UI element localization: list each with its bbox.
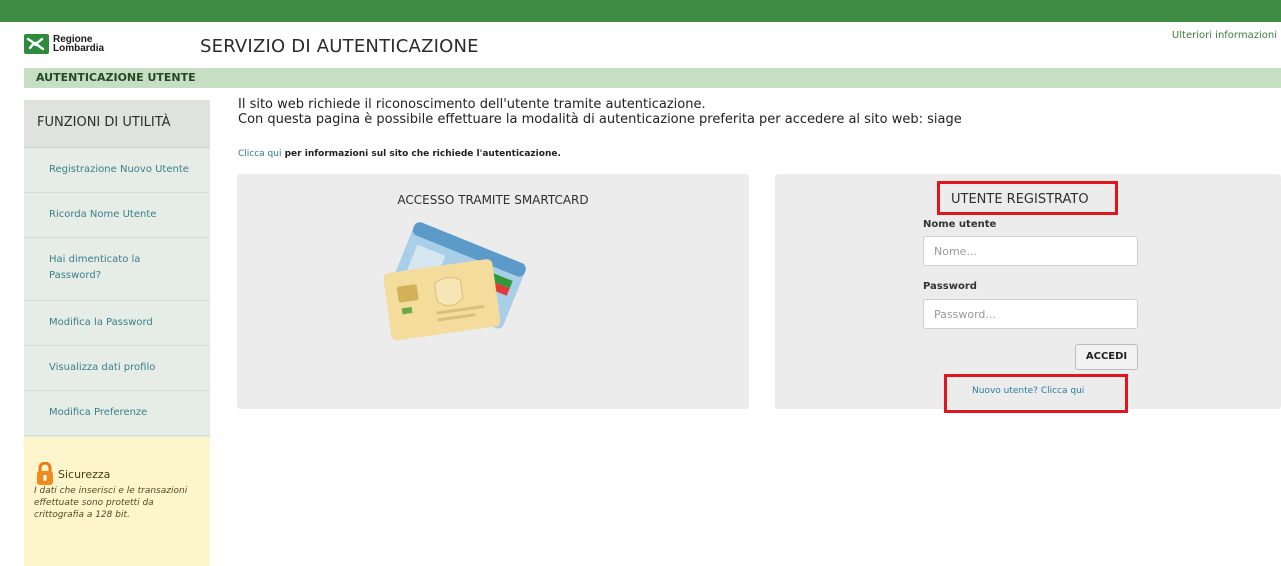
logo-text-line2: Lombardia (53, 43, 105, 54)
smartcard-panel: ACCESSO TRAMITE SMARTCARD (237, 174, 749, 409)
password-input[interactable] (923, 299, 1138, 329)
sidebar-item-label: Modifica Preferenze (49, 407, 148, 418)
sidebar-item-label: Registrazione Nuovo Utente (49, 164, 189, 175)
security-title: Sicurezza (58, 468, 111, 481)
sidebar-item-label: Hai dimenticato la Password? (49, 254, 141, 281)
sidebar-item-registrazione[interactable]: Registrazione Nuovo Utente (24, 148, 210, 193)
rosa-camuna-icon (24, 34, 49, 54)
smartcard-title: ACCESSO TRAMITE SMARTCARD (397, 193, 589, 207)
more-info-link[interactable]: Ulteriori informazioni (1172, 30, 1277, 41)
page-title: SERVIZIO DI AUTENTICAZIONE (200, 36, 479, 57)
username-input[interactable] (923, 236, 1138, 266)
section-header: AUTENTICAZIONE UTENTE (24, 68, 1281, 88)
username-label: Nome utente (923, 219, 997, 230)
info-text: per informazioni sul sito che richiede l… (281, 149, 561, 159)
top-bar (0, 0, 1281, 22)
intro-line-1: Il sito web richiede il riconoscimento d… (238, 97, 706, 112)
header: Regione Lombardia SERVIZIO DI AUTENTICAZ… (0, 22, 1281, 68)
sidebar-header: FUNZIONI DI UTILITÀ (24, 100, 210, 148)
sidebar-item-label: Visualizza dati profilo (49, 362, 156, 373)
sidebar-item-password-dimenticata[interactable]: Hai dimenticato la Password? (24, 238, 210, 301)
sidebar-item-modifica-password[interactable]: Modifica la Password (24, 301, 210, 346)
sidebar-item-ricorda-nome[interactable]: Ricorda Nome Utente (24, 193, 210, 238)
info-line: Clicca qui per informazioni sul sito che… (238, 149, 561, 159)
intro-line-2: Con questa pagina è possibile effettuare… (238, 112, 962, 127)
registered-user-panel: UTENTE REGISTRATO Nome utente Password A… (775, 174, 1281, 413)
registered-user-title: UTENTE REGISTRATO (951, 192, 1089, 207)
intro-text: Il sito web richiede il riconoscimento d… (238, 97, 962, 127)
security-box: Sicurezza I dati che inserisci e le tran… (24, 437, 210, 566)
password-label: Password (923, 281, 977, 292)
info-link[interactable]: Clicca qui (238, 149, 281, 159)
section-title: AUTENTICAZIONE UTENTE (36, 71, 196, 84)
new-user-link[interactable]: Nuovo utente? Clicca qui (972, 386, 1084, 396)
regione-lombardia-logo[interactable]: Regione Lombardia (24, 34, 104, 54)
security-text: I dati che inserisci e le transazioni ef… (34, 486, 188, 520)
accedi-button[interactable]: ACCEDI (1075, 344, 1138, 370)
sidebar-item-preferenze[interactable]: Modifica Preferenze (24, 391, 210, 436)
smartcard-icon[interactable] (377, 220, 537, 344)
sidebar-item-label: Ricorda Nome Utente (49, 209, 157, 220)
sidebar-item-dati-profilo[interactable]: Visualizza dati profilo (24, 346, 210, 391)
sidebar: FUNZIONI DI UTILITÀ Registrazione Nuovo … (24, 100, 210, 566)
sidebar-item-label: Modifica la Password (49, 317, 153, 328)
sidebar-title: FUNZIONI DI UTILITÀ (37, 115, 171, 130)
